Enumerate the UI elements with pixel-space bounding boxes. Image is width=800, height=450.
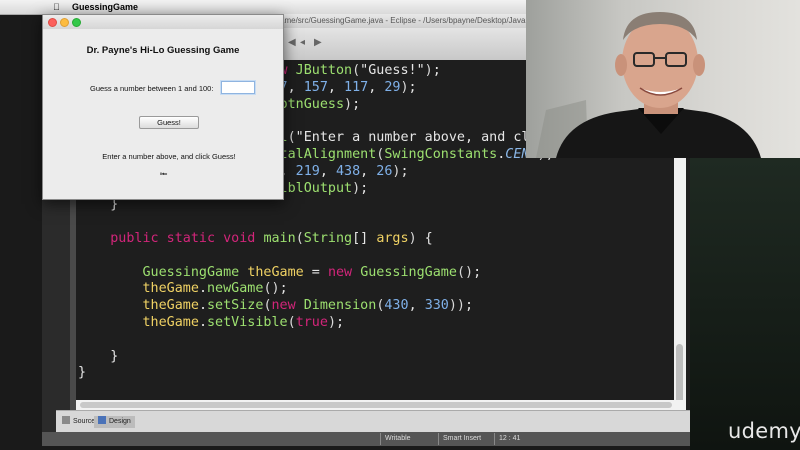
mac-menubar:  GuessingGame (0, 0, 526, 15)
back-dropdown-icon[interactable]: ◂ (300, 37, 305, 48)
minimize-window-icon[interactable] (60, 18, 69, 27)
status-cursor-position: 12 : 41 (494, 433, 520, 445)
eclipse-window-title: ame/src/GuessingGame.java - Eclipse - /U… (280, 16, 526, 25)
output-label: Enter a number above, and click Guess! (102, 152, 236, 161)
source-icon (62, 416, 70, 424)
status-writable: Writable (380, 433, 411, 445)
guessing-game-window: Dr. Payne's Hi-Lo Guessing Game Guess a … (42, 14, 284, 200)
swing-titlebar (43, 15, 283, 29)
instructor-webcam (526, 0, 800, 158)
instructor-photo (536, 12, 761, 158)
design-icon (98, 416, 106, 424)
right-background (690, 158, 800, 450)
horizontal-scroll-thumb[interactable] (80, 402, 672, 408)
status-bar: Writable Smart Insert 12 : 41 (42, 432, 690, 446)
guess-input[interactable] (221, 81, 255, 94)
udemy-watermark: udemy (728, 419, 800, 443)
zoom-window-icon[interactable] (72, 18, 81, 27)
app-menu-name[interactable]: GuessingGame (72, 0, 138, 14)
mouse-pointer-icon: ⭰ (160, 169, 168, 180)
guess-button[interactable]: Guess! (139, 116, 199, 129)
editor-horizontal-scrollbar[interactable] (76, 400, 686, 410)
back-arrow-icon[interactable]: ◀ (288, 37, 296, 48)
close-window-icon[interactable] (48, 18, 57, 27)
editor-bottom-tabs: Source Design (56, 410, 690, 433)
game-heading: Dr. Payne's Hi-Lo Guessing Game (86, 45, 240, 56)
tab-source[interactable]: Source (58, 416, 99, 428)
apple-menu-icon[interactable]:  (53, 0, 60, 14)
tab-design[interactable]: Design (94, 416, 135, 428)
forward-arrow-icon[interactable]: ▶ (314, 37, 322, 48)
vertical-scroll-thumb[interactable] (676, 344, 683, 404)
status-insert-mode: Smart Insert (438, 433, 481, 445)
guess-prompt-label: Guess a number between 1 and 100: (90, 84, 214, 93)
